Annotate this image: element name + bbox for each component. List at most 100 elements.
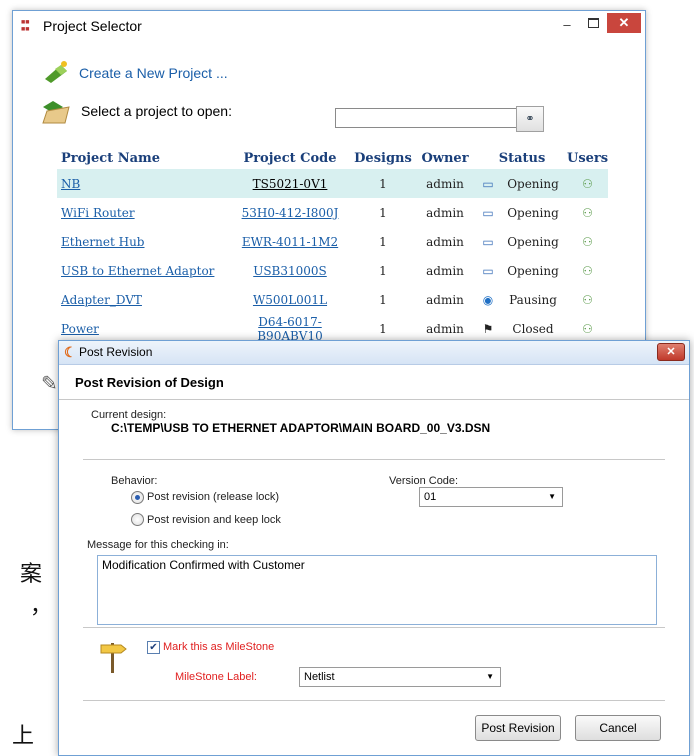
table-row[interactable]: Power D64-6017-B90ABV10 1 admin ⚑ Closed… <box>57 314 608 343</box>
folder-open-icon <box>42 101 70 124</box>
column-header[interactable]: Designs <box>353 147 413 169</box>
project-table: Project Name Project Code Designs Owner … <box>57 147 609 343</box>
project-code-cell[interactable]: TS5021-0V1 <box>227 169 353 198</box>
signpost-icon <box>100 643 127 673</box>
post-revision-dialog: ☾ Post Revision ✕ Post Revision of Desig… <box>58 340 690 756</box>
create-project-row: Create a New Project ... <box>41 59 341 89</box>
table-row[interactable]: Adapter_DVT W500L001L 1 admin ◉ Pausing … <box>57 285 608 314</box>
designs-cell: 1 <box>353 169 413 198</box>
milestone-checkbox-label[interactable]: Mark this as MileStone <box>163 641 274 653</box>
search-button[interactable]: ⚭ <box>516 106 544 132</box>
designs-cell: 1 <box>379 321 387 336</box>
status-cell: Closed <box>512 321 554 336</box>
project-code-cell[interactable]: 53H0-412-I800J <box>227 198 353 227</box>
table-row[interactable]: USB to Ethernet Adaptor USB31000S 1 admi… <box>57 256 608 285</box>
project-code-cell[interactable]: USB31000S <box>227 256 353 285</box>
column-header[interactable]: Users <box>567 147 608 169</box>
owner-cell: admin <box>413 169 477 198</box>
table-row[interactable]: Ethernet Hub EWR-4011-1M2 1 admin ▭ Open… <box>57 227 608 256</box>
maximize-icon <box>587 18 599 28</box>
radio-keep-lock-label[interactable]: Post revision and keep lock <box>147 514 281 526</box>
users-icon[interactable]: ⚇ <box>582 177 593 191</box>
owner-cell: admin <box>426 205 464 220</box>
owner-cell: admin <box>426 263 464 278</box>
status-cell: Opening <box>507 205 559 220</box>
close-button[interactable]: ✕ <box>607 13 641 33</box>
users-icon[interactable]: ⚇ <box>582 235 593 249</box>
status-cell: Opening <box>507 234 559 249</box>
owner-cell: admin <box>426 234 464 249</box>
chevron-down-icon: ▼ <box>486 672 494 681</box>
version-code-label: Version Code: <box>389 475 459 487</box>
project-code-cell[interactable]: EWR-4011-1M2 <box>227 227 353 256</box>
radio-release-lock-label[interactable]: Post revision (release lock) <box>147 491 279 503</box>
column-header[interactable]: Owner <box>413 147 477 169</box>
project-name-cell[interactable]: USB to Ethernet Adaptor <box>57 256 227 285</box>
designs-cell: 1 <box>379 263 387 278</box>
app-icon: ☾ <box>64 344 77 360</box>
current-design-path: C:\TEMP\USB TO ETHERNET ADAPTOR\MAIN BOA… <box>111 421 491 435</box>
version-code-select[interactable]: 01 ▼ <box>419 487 563 507</box>
status-cell: Opening <box>499 169 567 198</box>
table-row[interactable]: WiFi Router 53H0-412-I800J 1 admin ▭ Ope… <box>57 198 608 227</box>
create-project-link[interactable]: Create a New Project ... <box>79 65 228 81</box>
doc-icon: ▭ <box>482 263 494 278</box>
milestone-label-select[interactable]: Netlist ▼ <box>299 667 501 687</box>
window-title: Post Revision <box>79 345 153 359</box>
behavior-label: Behavior: <box>111 475 158 487</box>
milestone-checkbox[interactable]: ✔ <box>147 641 160 654</box>
project-name-cell[interactable]: Adapter_DVT <box>57 285 227 314</box>
background-glyph: 案 <box>20 562 43 587</box>
project-name-cell[interactable]: Ethernet Hub <box>57 227 227 256</box>
project-code-cell[interactable]: W500L001L <box>227 285 353 314</box>
dialog-heading: Post Revision of Design <box>75 375 224 390</box>
checkered-flag-icon: ⚑ <box>482 321 494 336</box>
radio-keep-lock[interactable] <box>131 513 144 526</box>
maximize-button[interactable] <box>581 16 605 38</box>
project-search-input[interactable] <box>335 108 519 128</box>
users-icon[interactable]: ⚇ <box>582 264 593 278</box>
doc-icon: ▭ <box>482 234 494 249</box>
cancel-button[interactable]: Cancel <box>575 715 661 741</box>
window-title: Project Selector <box>43 18 142 34</box>
radio-release-lock[interactable] <box>131 491 144 504</box>
owner-cell: admin <box>426 292 464 307</box>
doc-icon: ▭ <box>482 176 494 191</box>
open-project-label: Select a project to open: <box>81 103 232 119</box>
project-name-cell[interactable]: NB <box>57 169 227 198</box>
tools-icon: ✎ <box>41 373 58 395</box>
users-icon[interactable]: ⚇ <box>582 206 593 220</box>
dialog-header: Post Revision of Design <box>59 365 689 400</box>
users-icon[interactable]: ⚇ <box>582 293 593 307</box>
title-bar: ■■ ■■ Project Selector – ✕ <box>13 11 645 41</box>
title-bar: ☾ Post Revision ✕ <box>59 341 689 365</box>
milestone-label-label: MileStone Label: <box>175 671 257 683</box>
minimize-button[interactable]: – <box>555 17 579 39</box>
owner-cell: admin <box>426 321 464 336</box>
milestone-panel <box>83 627 665 701</box>
wand-icon <box>45 61 67 83</box>
close-button[interactable]: ✕ <box>657 343 685 361</box>
designs-cell: 1 <box>379 205 387 220</box>
pause-icon: ◉ <box>482 292 494 307</box>
binoculars-icon: ⚭ <box>525 113 535 125</box>
designs-cell: 1 <box>379 292 387 307</box>
chevron-down-icon: ▼ <box>548 492 556 501</box>
table-row[interactable]: NB TS5021-0V1 1 admin ▭ Opening ⚇ <box>57 169 609 198</box>
message-textarea[interactable]: Modification Confirmed with Customer <box>97 555 657 625</box>
column-header[interactable]: Project Name <box>57 147 227 169</box>
status-cell: Pausing <box>509 292 557 307</box>
app-icon: ■■ ■■ <box>21 19 30 33</box>
status-cell: Opening <box>507 263 559 278</box>
project-name-cell[interactable]: Power <box>57 314 227 343</box>
project-code-cell[interactable]: D64-6017-B90ABV10 <box>227 314 353 343</box>
users-icon[interactable]: ⚇ <box>582 322 593 336</box>
project-name-cell[interactable]: WiFi Router <box>57 198 227 227</box>
post-revision-button[interactable]: Post Revision <box>475 715 561 741</box>
background-glyph: 上 <box>12 724 35 749</box>
designs-cell: 1 <box>379 234 387 249</box>
current-design-label: Current design: <box>91 409 167 421</box>
column-header[interactable]: Status <box>477 147 567 169</box>
message-label: Message for this checking in: <box>87 539 229 551</box>
column-header[interactable]: Project Code <box>227 147 353 169</box>
